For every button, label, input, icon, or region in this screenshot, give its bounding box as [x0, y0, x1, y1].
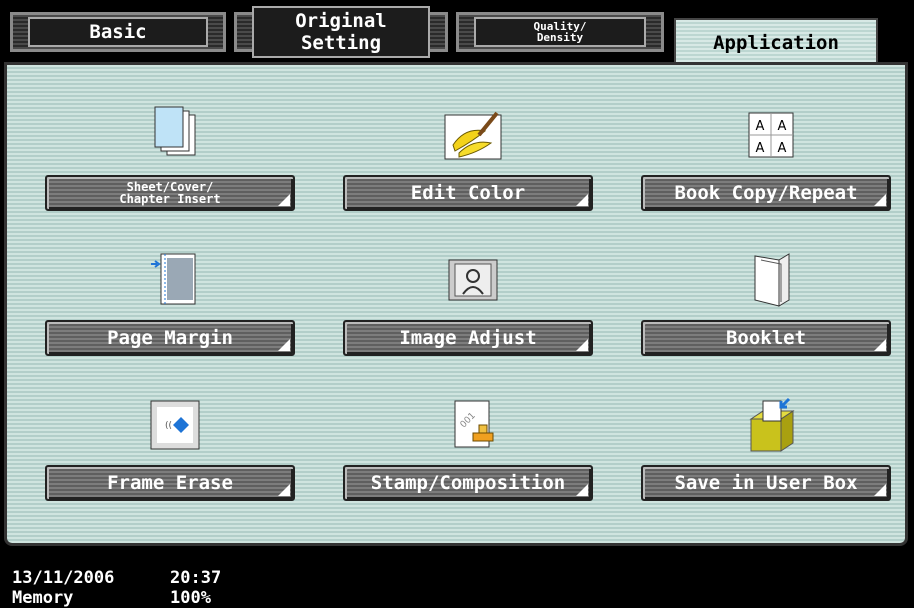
sheet-cover-chapter-insert-label: Sheet/Cover/ Chapter Insert [119, 180, 221, 206]
page-margin-button[interactable]: Page Margin [45, 320, 295, 356]
edit-color-button[interactable]: Edit Color [343, 175, 593, 211]
application-panel: Sheet/Cover/ Chapter Insert Edit Color A… [4, 62, 908, 546]
status-time: 20:37 [170, 568, 222, 588]
frame-erase-label: Frame Erase [107, 472, 233, 494]
book-copy-repeat-label: Book Copy/Repeat [674, 182, 858, 204]
image-adjust-item: Image Adjust [343, 250, 603, 370]
sheet-cover-insert-item: Sheet/Cover/ Chapter Insert [45, 105, 305, 225]
memory-label: Memory [12, 588, 74, 608]
repeat-a-icon: A A A A [748, 112, 794, 158]
stamp-composition-button[interactable]: Stamp/Composition [343, 465, 593, 501]
booklet-label: Booklet [725, 327, 807, 349]
svg-text:A: A [778, 141, 787, 156]
status-bar: 13/11/2006 20:37 Memory 100% [0, 546, 914, 608]
svg-text:((: (( [165, 421, 172, 431]
svg-text:A: A [778, 119, 787, 134]
bananas-paintbrush-icon [444, 111, 502, 160]
tab-basic[interactable]: Basic [10, 12, 226, 52]
tab-quality-density[interactable]: Quality/ Density [456, 12, 664, 52]
memory-value: 100% [170, 588, 211, 608]
tab-basic-label: Basic [28, 17, 208, 47]
image-adjust-button[interactable]: Image Adjust [343, 320, 593, 356]
svg-text:A: A [756, 119, 765, 134]
frame-erase-button[interactable]: Frame Erase [45, 465, 295, 501]
page-margin-icon [151, 253, 196, 305]
book-copy-repeat-item: A A A A Book Copy/Repeat [641, 105, 901, 225]
tab-bar: Basic Original Setting Quality/ Density … [0, 0, 914, 66]
image-adjust-label: Image Adjust [399, 327, 537, 349]
stamp-composition-item: 001 Stamp/Composition [343, 395, 603, 515]
tab-original-setting-label: Original Setting [252, 6, 430, 58]
tab-application-label: Application [713, 32, 839, 54]
sheet-insert-icon [154, 106, 196, 156]
tab-original-setting[interactable]: Original Setting [234, 6, 448, 58]
svg-text:A: A [756, 141, 765, 156]
booklet-icon [754, 253, 790, 307]
page-margin-label: Page Margin [107, 327, 233, 349]
edit-color-item: Edit Color [343, 105, 603, 225]
stamp-composition-label: Stamp/Composition [370, 472, 566, 494]
edit-color-label: Edit Color [410, 182, 526, 204]
booklet-button[interactable]: Booklet [641, 320, 891, 356]
booklet-item: Booklet [641, 250, 901, 370]
save-in-user-box-label: Save in User Box [674, 472, 858, 494]
sheet-cover-chapter-insert-button[interactable]: Sheet/Cover/ Chapter Insert [45, 175, 295, 211]
book-copy-repeat-button[interactable]: Book Copy/Repeat [641, 175, 891, 211]
status-date: 13/11/2006 [12, 568, 115, 588]
tab-application[interactable]: Application [674, 18, 878, 66]
stamp-icon: 001 [454, 400, 494, 448]
tab-quality-density-label: Quality/ Density [474, 17, 646, 47]
image-adjust-icon [448, 259, 498, 301]
frame-erase-item: (( Frame Erase [45, 395, 305, 515]
frame-erase-icon: (( [150, 400, 200, 450]
save-in-user-box-item: Save in User Box [641, 395, 901, 515]
page-margin-item: Page Margin [45, 250, 305, 370]
user-box-icon [749, 397, 795, 452]
save-in-user-box-button[interactable]: Save in User Box [641, 465, 891, 501]
